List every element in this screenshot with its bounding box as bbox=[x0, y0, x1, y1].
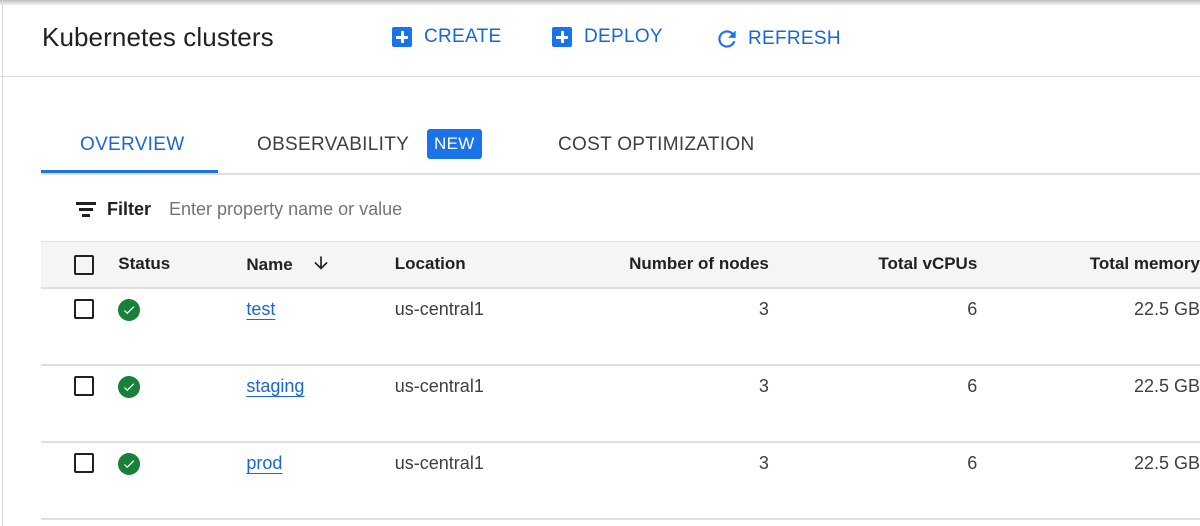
refresh-button[interactable]: REFRESH bbox=[714, 26, 841, 52]
tab-observability-label: OBSERVABILITY bbox=[257, 134, 410, 155]
page-title: Kubernetes clusters bbox=[42, 22, 274, 52]
location-cell: us-central1 bbox=[394, 298, 484, 319]
add-box-icon bbox=[392, 27, 412, 47]
tab-observability[interactable]: OBSERVABILITY bbox=[257, 134, 409, 156]
arrow-down-icon[interactable] bbox=[311, 253, 331, 273]
deploy-button[interactable]: DEPLOY bbox=[552, 26, 663, 48]
nodes-cell: 3 bbox=[758, 298, 769, 319]
vcpus-cell: 6 bbox=[967, 452, 978, 473]
table-row: prod us-central1 3 6 22.5 GB bbox=[41, 442, 1200, 519]
cluster-link[interactable]: test bbox=[246, 299, 275, 319]
memory-cell: 22.5 GB bbox=[1133, 452, 1200, 473]
nodes-cell: 3 bbox=[758, 375, 769, 396]
column-header-vcpus[interactable]: Total vCPUs bbox=[769, 242, 977, 288]
location-cell: us-central1 bbox=[394, 375, 484, 396]
status-ok-icon bbox=[118, 375, 141, 398]
refresh-label: REFRESH bbox=[748, 28, 841, 49]
clusters-table: Status Name Location Number of nodes Tot… bbox=[41, 241, 1200, 520]
row-checkbox[interactable] bbox=[74, 452, 94, 473]
tab-overview[interactable]: OVERVIEW bbox=[80, 134, 184, 156]
tab-cost-optimization-label: COST OPTIMIZATION bbox=[558, 134, 755, 155]
row-checkbox[interactable] bbox=[74, 375, 94, 396]
filter-icon[interactable] bbox=[75, 201, 97, 217]
cluster-link[interactable]: prod bbox=[246, 453, 282, 473]
left-border bbox=[2, 0, 3, 526]
refresh-icon bbox=[718, 30, 736, 48]
filter-input[interactable] bbox=[167, 197, 772, 221]
page-header: Kubernetes clusters CREATE DEPLOY REFRES… bbox=[0, 0, 1200, 77]
select-all-checkbox[interactable] bbox=[74, 254, 94, 275]
column-header-nodes[interactable]: Number of nodes bbox=[541, 242, 769, 288]
column-header-location[interactable]: Location bbox=[395, 242, 541, 288]
status-ok-icon bbox=[118, 298, 141, 321]
deploy-label: DEPLOY bbox=[584, 26, 663, 47]
memory-cell: 22.5 GB bbox=[1133, 375, 1200, 396]
nodes-cell: 3 bbox=[758, 452, 769, 473]
status-ok-icon bbox=[118, 452, 141, 475]
tab-overview-label: OVERVIEW bbox=[80, 134, 185, 155]
vcpus-cell: 6 bbox=[967, 375, 978, 396]
filter-bar: Filter bbox=[41, 190, 1200, 228]
create-label: CREATE bbox=[424, 26, 502, 47]
column-header-name[interactable]: Name bbox=[246, 242, 394, 288]
tab-cost-optimization[interactable]: COST OPTIMIZATION bbox=[558, 134, 755, 156]
column-header-status[interactable]: Status bbox=[118, 242, 246, 288]
memory-cell: 22.5 GB bbox=[1133, 298, 1200, 319]
add-box-icon bbox=[552, 27, 572, 47]
table-row: test us-central1 3 6 22.5 GB bbox=[41, 288, 1200, 365]
create-button[interactable]: CREATE bbox=[392, 26, 501, 48]
active-tab-indicator bbox=[41, 170, 218, 173]
row-checkbox[interactable] bbox=[74, 298, 94, 319]
select-all-cell bbox=[41, 242, 118, 288]
table-header-row: Status Name Location Number of nodes Tot… bbox=[41, 241, 1200, 288]
new-badge: NEW bbox=[427, 129, 482, 159]
tab-bar: OVERVIEW OBSERVABILITY NEW COST OPTIMIZA… bbox=[41, 120, 1200, 175]
cluster-link[interactable]: staging bbox=[246, 376, 304, 396]
column-header-name-label: Name bbox=[246, 255, 293, 275]
location-cell: us-central1 bbox=[394, 452, 484, 473]
column-header-memory[interactable]: Total memory bbox=[977, 242, 1200, 288]
table-row: staging us-central1 3 6 22.5 GB bbox=[41, 365, 1200, 442]
filter-label: Filter bbox=[107, 198, 152, 219]
vcpus-cell: 6 bbox=[967, 298, 978, 319]
